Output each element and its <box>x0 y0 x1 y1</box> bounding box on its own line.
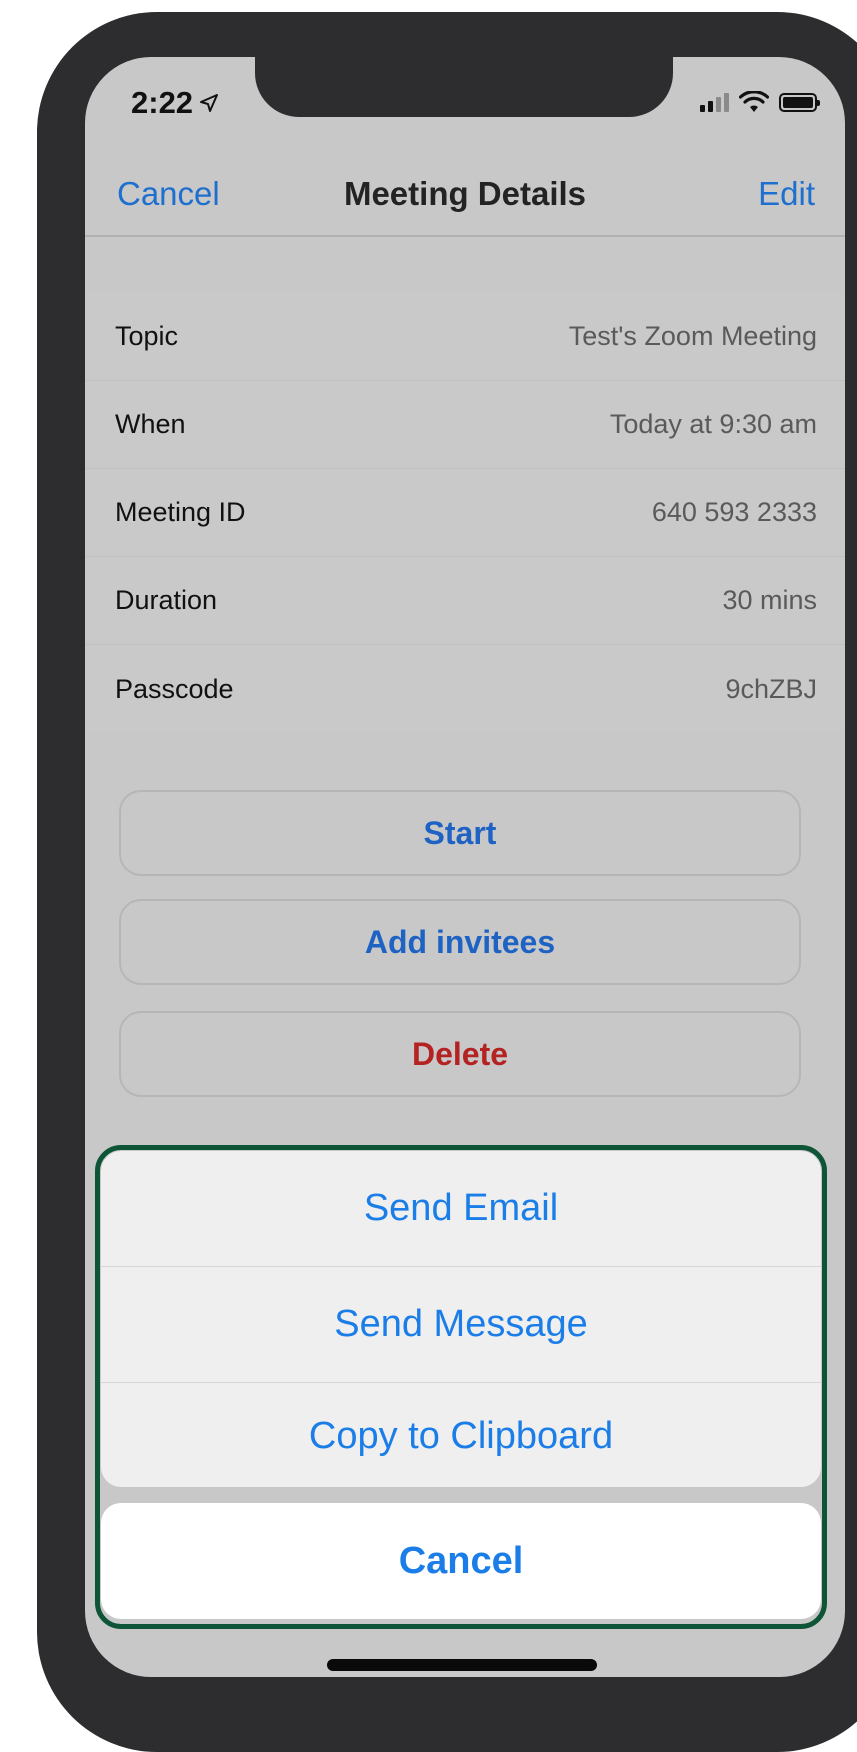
cellular-signal-icon <box>700 92 729 112</box>
wifi-icon <box>739 91 769 112</box>
detail-label: Meeting ID <box>115 497 246 527</box>
detail-label: When <box>115 409 186 439</box>
notch <box>255 57 673 117</box>
start-button[interactable]: Start <box>119 790 801 876</box>
detail-value: Test's Zoom Meeting <box>568 321 817 351</box>
detail-row-meeting-id: Meeting ID 640 593 2333 <box>85 469 845 557</box>
status-time-text: 2:22 <box>131 85 194 120</box>
location-arrow-icon <box>200 94 219 112</box>
highlight-outline <box>95 1145 827 1629</box>
detail-label: Duration <box>115 585 218 615</box>
delete-button[interactable]: Delete <box>119 1011 801 1097</box>
navigation-bar: Cancel Meeting Details Edit <box>85 157 845 237</box>
detail-value: 30 mins <box>722 585 817 615</box>
detail-value: Today at 9:30 am <box>609 409 817 439</box>
detail-label: Topic <box>115 321 179 351</box>
battery-icon <box>779 92 820 112</box>
page-title: Meeting Details <box>343 175 587 212</box>
phone-screen: 2:22 Cancel Meeting Details Edit Topic T… <box>85 57 845 1677</box>
status-indicators <box>700 91 820 113</box>
home-indicator[interactable] <box>327 1659 597 1671</box>
detail-row-passcode: Passcode 9chZBJ <box>85 645 845 733</box>
add-invitees-button[interactable]: Add invitees <box>119 899 801 985</box>
detail-row-topic: Topic Test's Zoom Meeting <box>85 293 845 381</box>
meeting-details-list: Topic Test's Zoom Meeting When Today at … <box>85 293 845 733</box>
nav-edit-button[interactable]: Edit <box>758 175 815 213</box>
detail-value: 640 593 2333 <box>651 497 817 527</box>
detail-label: Passcode <box>115 673 234 704</box>
detail-row-duration: Duration 30 mins <box>85 557 845 645</box>
status-time: 2:22 <box>131 85 219 121</box>
detail-row-when: When Today at 9:30 am <box>85 381 845 469</box>
detail-value: 9chZBJ <box>725 673 817 704</box>
